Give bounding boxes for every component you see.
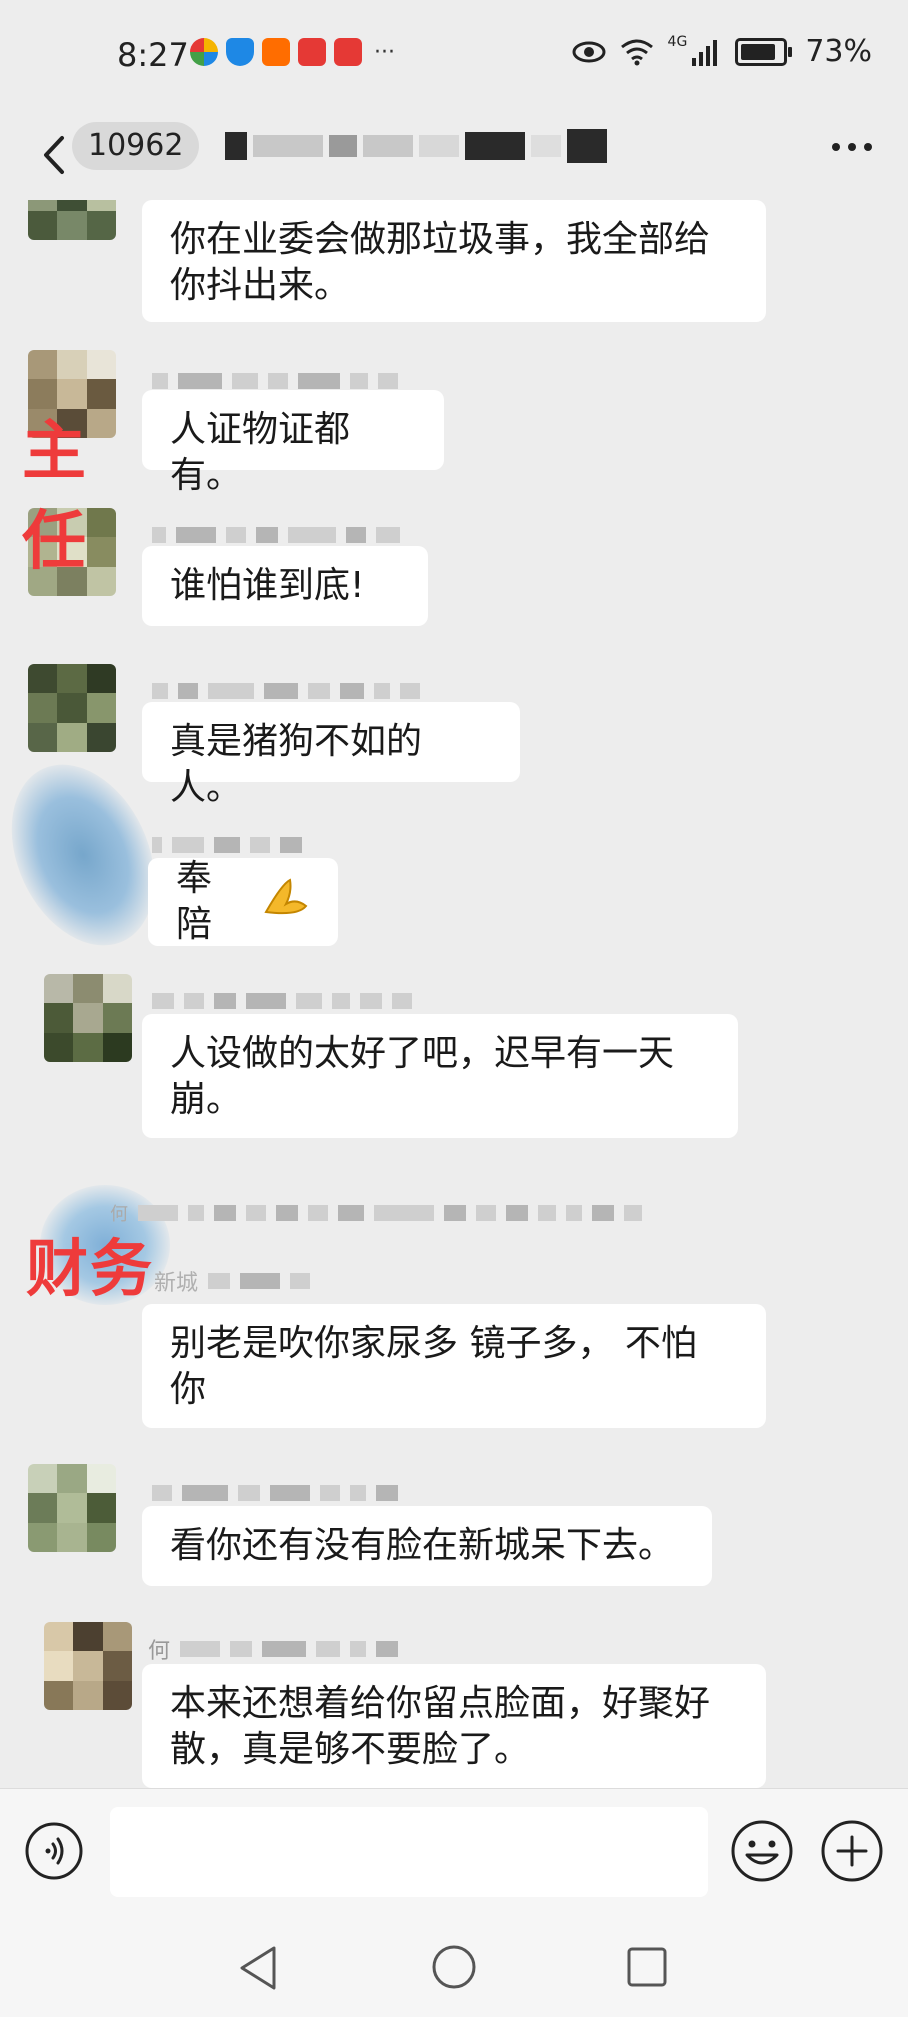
red-app-icon [298,38,326,66]
system-navigation-bar [0,1918,908,2017]
sender-name-redacted [152,834,302,856]
folded-hands-emoji-icon [262,876,310,928]
sender-name-partial: 新城 [154,1271,199,1296]
avatar[interactable] [28,1464,116,1552]
status-bar: 8:27 ··· 4G 73% [0,0,908,110]
message-text: 看你还有没有脸在新城呆下去。 [170,1525,675,1566]
add-icon[interactable] [820,1819,884,1883]
back-arrow-icon[interactable] [36,130,76,180]
sender-name-redacted [152,680,420,702]
message-text: 奉陪 [176,858,213,945]
wifi-icon [620,39,653,65]
message-text: 你抖出来。 [170,265,351,306]
message-text: 本来还想着给你留点脸面，好聚好 [170,1683,711,1724]
system-home-icon[interactable] [431,1944,477,1990]
message-bubble[interactable]: 看你还有没有脸在新城呆下去。 [142,1506,712,1586]
battery-percent: 73% [805,34,872,69]
voice-input-icon[interactable] [24,1821,84,1881]
message-bubble[interactable]: 你在业委会做那垃圾事，我全部给 你抖出来。 [142,200,766,322]
signal-icon [692,39,718,66]
message-bubble[interactable]: 奉陪 [148,858,338,946]
message-text: 崩。 [170,1079,243,1120]
app-notification-icon [190,38,218,66]
annotation-label: 财务 [26,1232,155,1305]
sender-name-redacted [152,524,400,546]
network-type: 4G [667,33,688,50]
message-input[interactable] [110,1807,708,1897]
message-text: 别老是吹你家尿多 镜子多， 不怕 [170,1323,697,1364]
message-bubble[interactable]: 本来还想着给你留点脸面，好聚好 散，真是够不要脸了。 [142,1664,766,1788]
message-list[interactable]: 你在业委会做那垃圾事，我全部给 你抖出来。 人证物证都有。 谁怕谁到底! 真是猪… [0,200,908,1788]
sender-name-redacted [152,370,398,392]
message-bubble[interactable]: 谁怕谁到底! [142,546,428,626]
message-text: 散，真是够不要脸了。 [170,1729,531,1770]
input-bar [0,1788,908,1919]
avatar[interactable] [28,664,116,752]
message-bubble[interactable]: 真是猪狗不如的人。 [142,702,520,808]
more-notifications-icon: ··· [374,39,395,65]
message-bubble[interactable]: 别老是吹你家尿多 镜子多， 不怕 你 [142,1304,766,1428]
shield-icon [226,38,254,66]
sender-name-redacted [152,1482,398,1504]
annotation-label: 主 [22,415,88,489]
sender-name-redacted: 何 [148,1638,399,1664]
red-app-icon-2 [334,38,362,66]
message-text: 人证物证都有。 [170,409,351,496]
message-bubble[interactable]: 人证物证都有。 [142,390,444,496]
annotation-label: 任 [22,505,88,579]
avatar[interactable] [44,974,132,1062]
system-recent-apps-icon[interactable] [626,1946,668,1988]
avatar[interactable] [44,1622,132,1710]
system-back-icon[interactable] [236,1944,280,1992]
battery-fill [741,43,775,60]
message-text: 谁怕谁到底! [170,565,365,606]
message-bubble[interactable]: 人设做的太好了吧，迟早有一天 崩。 [142,1014,738,1138]
message-text: 你在业委会做那垃圾事，我全部给 [170,219,711,260]
emoji-icon[interactable] [730,1819,794,1883]
sender-name-partial: 何 [148,1639,171,1664]
sender-name-redacted [152,990,412,1012]
sender-name-redacted: 何 [110,1202,642,1225]
status-time: 8:27 [117,36,189,74]
eye-icon [572,41,606,62]
message-text: 你 [170,1369,207,1410]
unread-count-badge[interactable]: 10962 [72,122,200,170]
message-text: 人设做的太好了吧，迟早有一天 [170,1033,675,1074]
more-options-icon[interactable] [832,143,872,151]
notification-icons: ··· [190,38,395,66]
shop-notification-icon [262,38,290,66]
message-text: 真是猪狗不如的人。 [170,721,423,808]
avatar[interactable] [28,200,116,240]
status-right: 4G 73% [572,34,872,69]
chat-title-redacted [225,128,607,164]
battery-icon [735,37,793,66]
sender-name-redacted-line2: 新城 [154,1270,311,1296]
